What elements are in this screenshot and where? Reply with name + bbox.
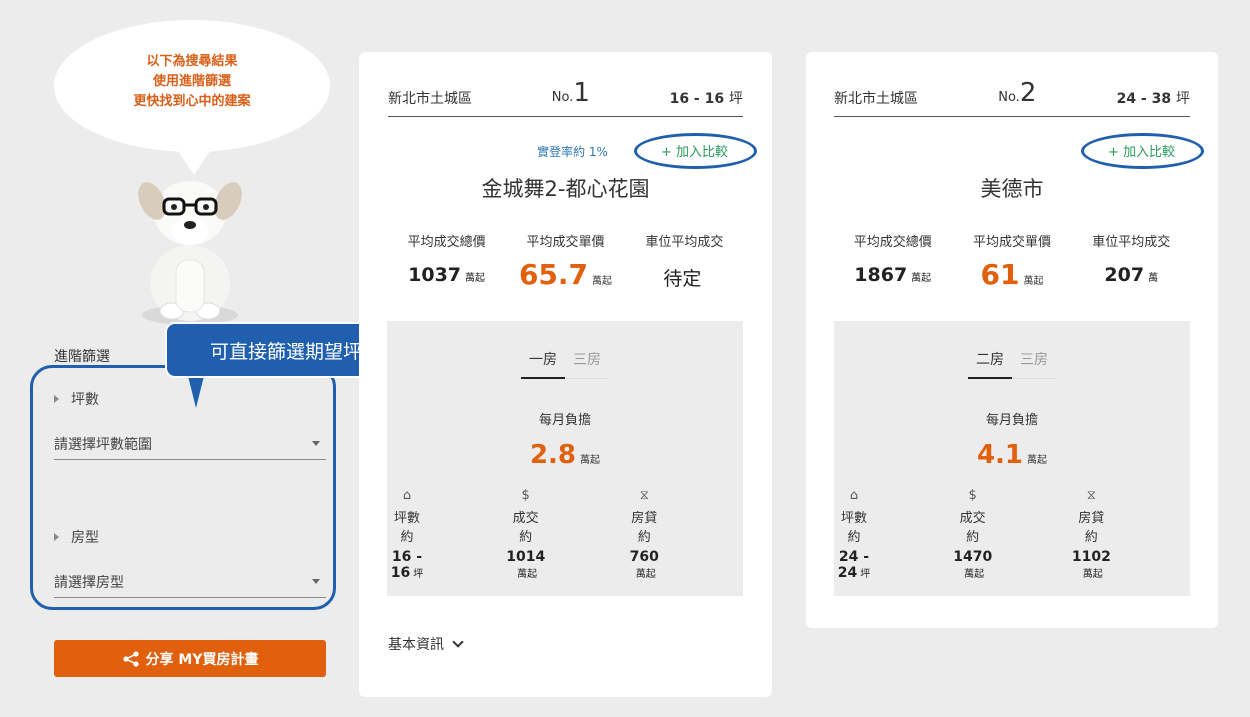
basic-info-toggle[interactable]: 基本資訊 bbox=[388, 634, 772, 654]
share-icon bbox=[122, 650, 139, 667]
tab-room-type[interactable]: 三房 bbox=[565, 349, 609, 379]
advanced-filter-title: 進階篩選 bbox=[54, 349, 110, 365]
chevron-down-icon bbox=[452, 636, 465, 648]
mini-label: 成交約 bbox=[512, 511, 539, 545]
monthly-panel: 二房 三房 每月負擔 4.1 萬起 ⌂ 坪數約 24 - 24 坪 $ 成交約 14… bbox=[834, 321, 1190, 596]
mini-label: 房貸約 bbox=[631, 511, 658, 545]
area-value: 24 - 24 坪 bbox=[837, 549, 871, 581]
size-range: 24 - 38 坪 bbox=[1116, 91, 1190, 107]
add-compare-button[interactable]: + 加入比較 bbox=[633, 133, 757, 169]
share-plan-button[interactable]: 分享 MY買房計畫 bbox=[54, 640, 326, 677]
hourglass-icon: ⧖ bbox=[1086, 488, 1096, 503]
monthly-payment: 2.8 萬起 bbox=[529, 440, 601, 470]
monthly-payment: 4.1 萬起 bbox=[976, 440, 1048, 470]
area-value: 16 - 16 坪 bbox=[390, 549, 424, 581]
mini-label: 房貸約 bbox=[1078, 511, 1105, 545]
rank: No.1 bbox=[551, 78, 590, 108]
stat-label: 車位平均成交 bbox=[645, 235, 724, 250]
stat-label: 平均成交單價 bbox=[972, 235, 1051, 250]
share-plan-label: 分享 MY買房計畫 bbox=[145, 651, 259, 668]
monthly-label: 每月負擔 bbox=[538, 413, 591, 428]
bubble-line: 以下為搜尋結果 bbox=[146, 54, 238, 69]
monthly-panel: 一房 三房 每月負擔 2.8 萬起 ⌂ 坪數約 16 - 16 坪 $ 成交約 10… bbox=[387, 321, 743, 596]
registration-rate: 實登率約 1% bbox=[537, 144, 608, 159]
avg-parking-price: 207 萬 bbox=[1104, 264, 1159, 286]
dollar-icon: $ bbox=[521, 488, 530, 503]
district: 新北市土城區 bbox=[388, 91, 472, 107]
card-header: 新北市土城區 No.1 16 - 16 坪 bbox=[388, 78, 743, 117]
dog-mascot-illustration bbox=[138, 181, 242, 325]
home-icon: ⌂ bbox=[402, 488, 412, 503]
bubble-line: 更快找到心中的建案 bbox=[133, 94, 251, 109]
size-range: 16 - 16 坪 bbox=[669, 91, 743, 107]
home-icon: ⌂ bbox=[849, 488, 859, 503]
rank: No.2 bbox=[998, 78, 1037, 108]
avg-total-price: 1867 萬起 bbox=[854, 264, 932, 286]
avg-unit-price: 61 萬起 bbox=[980, 258, 1044, 291]
project-card: 新北市土城區 No.1 16 - 16 坪 實登率約 1% + 加入比較 金城舞… bbox=[359, 52, 772, 697]
card-header: 新北市土城區 No.2 24 - 38 坪 bbox=[834, 78, 1190, 117]
mini-label: 成交約 bbox=[959, 511, 986, 545]
deal-value: 1014萬起 bbox=[506, 549, 546, 580]
project-name[interactable]: 美德市 bbox=[834, 173, 1190, 203]
avg-unit-price: 65.7 萬起 bbox=[518, 258, 613, 291]
tab-room-type[interactable]: 一房 bbox=[521, 349, 565, 379]
deal-value: 1470萬起 bbox=[953, 549, 993, 580]
stat-label: 平均成交單價 bbox=[526, 235, 605, 250]
hourglass-icon: ⧖ bbox=[639, 488, 649, 503]
stat-label: 平均成交總價 bbox=[407, 235, 486, 250]
tab-room-type[interactable]: 二房 bbox=[968, 349, 1012, 379]
loan-value: 760萬起 bbox=[629, 549, 659, 580]
avg-total-price: 1037 萬起 bbox=[408, 264, 486, 286]
project-card: 新北市土城區 No.2 24 - 38 坪 + 加入比較 美德市 平均成交總價 … bbox=[806, 52, 1218, 628]
district: 新北市土城區 bbox=[834, 91, 918, 107]
stat-label: 車位平均成交 bbox=[1092, 235, 1171, 250]
stat-label: 平均成交總價 bbox=[853, 235, 932, 250]
price-stats: 平均成交總價 1867 萬起 平均成交單價 61 萬起 車位平均成交 207 萬 bbox=[834, 231, 1190, 291]
tab-room-type[interactable]: 三房 bbox=[1012, 349, 1056, 379]
filter-highlight-outline bbox=[30, 365, 336, 610]
bubble-line: 使用進階篩選 bbox=[152, 74, 231, 89]
price-stats: 平均成交總價 1037 萬起 平均成交單價 65.7 萬起 車位平均成交 待定 bbox=[388, 231, 743, 291]
monthly-label: 每月負擔 bbox=[985, 413, 1038, 428]
project-name[interactable]: 金城舞2-都心花園 bbox=[388, 173, 743, 203]
dollar-icon: $ bbox=[968, 488, 977, 503]
mini-label: 坪數約 bbox=[393, 511, 420, 545]
mini-label: 坪數約 bbox=[840, 511, 867, 545]
add-compare-button[interactable]: + 加入比較 bbox=[1080, 133, 1204, 169]
avg-parking-price: 待定 bbox=[663, 268, 702, 290]
tooltip-tail bbox=[188, 376, 204, 408]
loan-value: 1102萬起 bbox=[1071, 549, 1111, 580]
speech-bubble: 以下為搜尋結果 使用進階篩選 更快找到心中的建案 bbox=[54, 20, 330, 152]
